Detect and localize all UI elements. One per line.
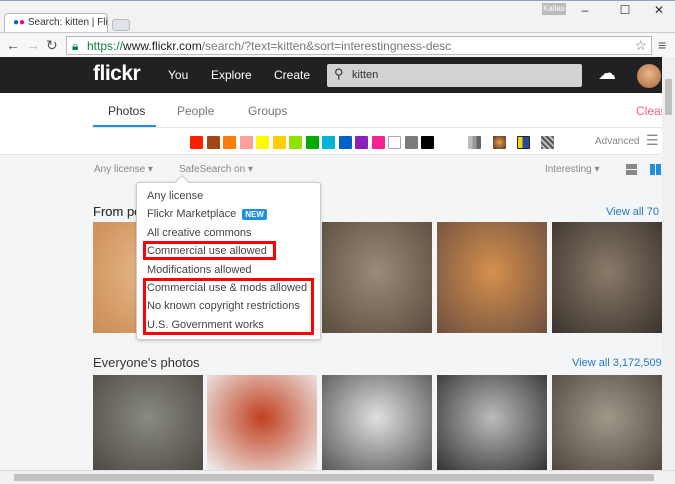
- license-option[interactable]: All creative commons: [147, 227, 252, 239]
- option-label: All creative commons: [147, 226, 252, 239]
- flickr-header: flickr You Explore Create ⚲ kitten ☁: [0, 57, 662, 93]
- sort-label: Interesting: [545, 164, 592, 175]
- color-swatch[interactable]: [305, 136, 319, 149]
- color-swatch[interactable]: [289, 136, 302, 149]
- close-window-icon[interactable]: ✕: [649, 3, 669, 17]
- dropdown-arrow: [174, 174, 190, 190]
- photo-thumbnail[interactable]: [322, 375, 432, 470]
- color-swatch[interactable]: [322, 136, 335, 149]
- color-swatch[interactable]: [388, 136, 401, 149]
- section-title: From pe: [93, 204, 142, 219]
- upload-cloud-icon[interactable]: ☁: [598, 63, 616, 84]
- caret-down-icon: ▾: [594, 164, 600, 175]
- safesearch-filter[interactable]: SafeSearch on ▾: [179, 164, 253, 175]
- nav-you[interactable]: You: [168, 68, 188, 82]
- menu-icon[interactable]: ≡: [658, 37, 666, 53]
- license-dropdown: Any license Flickr Marketplace NEW All crea…: [136, 174, 321, 340]
- clear-button[interactable]: Clear: [636, 104, 665, 118]
- section-title: Everyone's photos: [93, 355, 200, 370]
- black-white-filter[interactable]: [468, 136, 481, 149]
- tab-people[interactable]: People: [177, 104, 214, 118]
- tab-title: Search: kitten | Flickr - Pho: [27, 17, 108, 28]
- horizontal-scrollbar[interactable]: [0, 470, 675, 484]
- vertical-scrollbar[interactable]: [662, 57, 675, 470]
- option-label: Flickr Marketplace: [147, 208, 237, 221]
- back-icon[interactable]: ←: [6, 37, 20, 53]
- browser-tab[interactable]: ●● Search: kitten | Flickr - Pho ✕: [4, 13, 108, 33]
- search-icon: ⚲: [334, 66, 344, 81]
- photo-thumbnail[interactable]: [322, 222, 432, 333]
- patterns-filter[interactable]: [541, 136, 554, 149]
- color-swatch[interactable]: [404, 136, 418, 149]
- advanced-link[interactable]: Advanced: [595, 136, 639, 147]
- search-value: kitten: [352, 69, 379, 81]
- color-swatch[interactable]: [239, 136, 253, 149]
- color-swatch[interactable]: [256, 136, 269, 149]
- license-option[interactable]: Flickr Marketplace NEW: [147, 208, 267, 221]
- caret-down-icon: ▾: [247, 164, 253, 175]
- scroll-thumb[interactable]: [665, 79, 672, 115]
- new-badge: NEW: [242, 209, 267, 221]
- color-swatch[interactable]: [338, 136, 352, 149]
- browser-toolbar: ← → ↻ 🔒︎ https://www.flickr.com/search/?…: [0, 32, 675, 57]
- url-scheme: https://: [87, 39, 124, 53]
- license-option[interactable]: Any license: [147, 190, 203, 202]
- safesearch-label: SafeSearch on: [179, 164, 246, 175]
- forward-icon[interactable]: →: [26, 37, 40, 53]
- color-swatch[interactable]: [371, 136, 385, 149]
- highlight-box: [143, 241, 276, 260]
- lock-icon: 🔒︎: [72, 39, 79, 53]
- flickr-logo[interactable]: flickr: [93, 62, 141, 86]
- color-swatch[interactable]: [190, 136, 203, 149]
- photo-thumbnail[interactable]: [552, 375, 662, 470]
- sliders-icon[interactable]: ☰: [646, 132, 659, 149]
- scroll-thumb[interactable]: [14, 474, 654, 481]
- license-filter[interactable]: Any license ▾: [94, 164, 153, 175]
- minimize-icon[interactable]: –: [575, 3, 595, 17]
- license-option[interactable]: Modifications allowed: [147, 264, 252, 276]
- new-tab-button[interactable]: [112, 19, 130, 31]
- avatar[interactable]: [637, 64, 661, 88]
- address-bar[interactable]: 🔒︎ https://www.flickr.com/search/?text=k…: [66, 36, 652, 55]
- url-path: /search/?text=kitten&sort=interestingnes…: [201, 39, 452, 53]
- nav-create[interactable]: Create: [274, 68, 310, 82]
- minimalist-filter[interactable]: [517, 136, 530, 149]
- color-swatch[interactable]: [355, 136, 368, 149]
- shallow-depth-filter[interactable]: [493, 136, 506, 149]
- tab-photos[interactable]: Photos: [108, 104, 145, 118]
- license-label: Any license: [94, 164, 146, 175]
- caret-down-icon: ▾: [147, 164, 153, 175]
- color-swatch[interactable]: [421, 136, 434, 149]
- nav-explore[interactable]: Explore: [211, 68, 252, 82]
- grid-view-icon[interactable]: [650, 164, 661, 175]
- sort-filter[interactable]: Interesting ▾: [545, 164, 600, 175]
- option-label: Any license: [147, 190, 204, 202]
- reload-icon[interactable]: ↻: [46, 37, 58, 54]
- photo-thumbnail[interactable]: [437, 222, 547, 333]
- highlight-box: [143, 278, 314, 335]
- color-swatch[interactable]: [272, 136, 286, 149]
- view-all-link[interactable]: View all 3,172,509: [572, 357, 662, 369]
- color-filter-bar: Advanced ☰: [0, 128, 662, 155]
- user-badge[interactable]: Kallas: [542, 3, 566, 15]
- search-tabs: Photos People Groups Clear: [0, 93, 665, 128]
- photo-thumbnail[interactable]: [93, 375, 203, 470]
- tab-groups[interactable]: Groups: [248, 104, 287, 118]
- view-all-link[interactable]: View all 70: [606, 206, 659, 218]
- color-swatch[interactable]: [206, 136, 220, 149]
- flickr-favicon-dot: ●: [19, 17, 26, 28]
- option-label: Modifications allowed: [147, 263, 252, 276]
- photo-thumbnail[interactable]: [552, 222, 662, 333]
- search-input[interactable]: ⚲ kitten: [327, 64, 582, 87]
- maximize-icon[interactable]: ☐: [615, 3, 635, 17]
- justified-view-icon[interactable]: [626, 164, 637, 175]
- url-host: www.flickr.com: [123, 39, 202, 53]
- star-icon[interactable]: ☆: [634, 37, 647, 54]
- color-swatch[interactable]: [223, 136, 236, 149]
- photo-thumbnail[interactable]: [207, 375, 317, 470]
- photo-thumbnail[interactable]: [437, 375, 547, 470]
